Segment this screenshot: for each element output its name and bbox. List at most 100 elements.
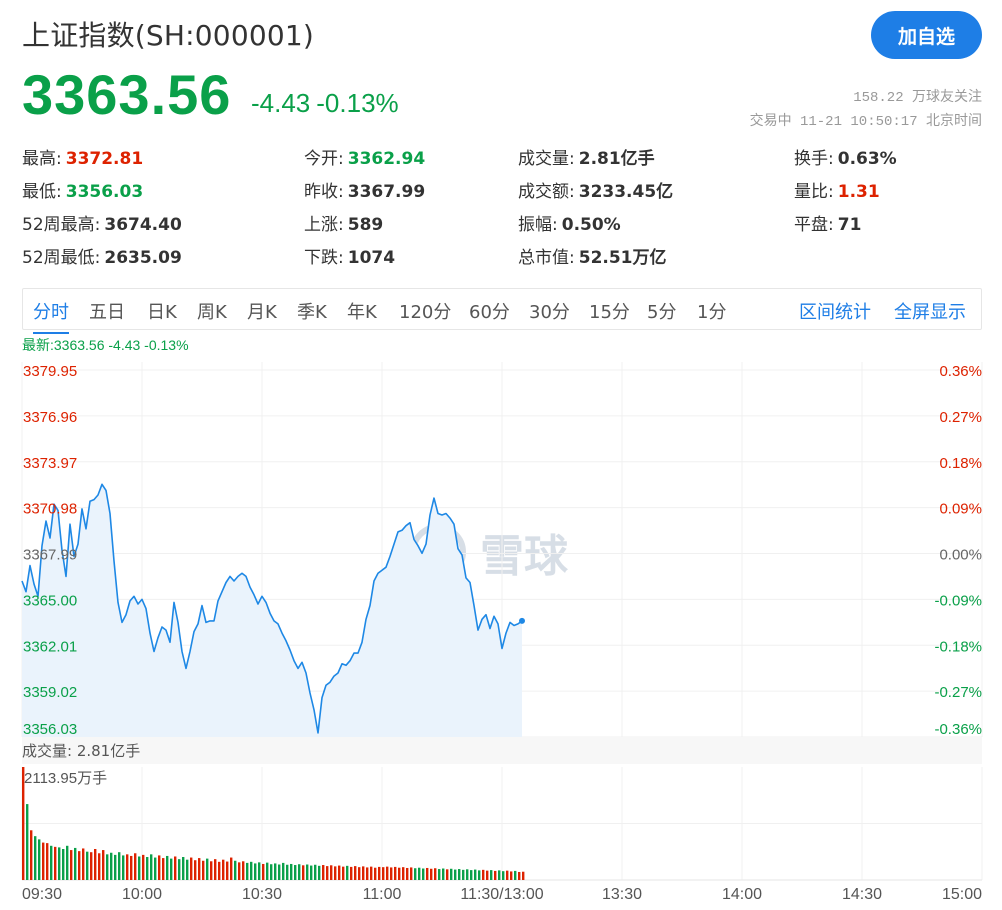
- range-stats-button[interactable]: 区间统计: [799, 298, 871, 324]
- fullscreen-button[interactable]: 全屏显示: [894, 298, 966, 324]
- volume-bar: [434, 868, 437, 880]
- volume-bar: [330, 865, 333, 880]
- x-tick-label: 09:30: [22, 886, 62, 903]
- y-tick-label: 3373.97: [23, 455, 77, 472]
- tab-0[interactable]: 分时: [33, 298, 69, 334]
- volume-bar: [58, 847, 61, 880]
- volume-bar: [362, 866, 365, 880]
- stat-item: 今开: 3362.94: [304, 144, 425, 169]
- stat-value: 71: [837, 215, 862, 235]
- volume-bar: [410, 867, 413, 880]
- tab-1[interactable]: 五日: [89, 298, 125, 324]
- change-value: -4.43: [251, 88, 311, 118]
- x-tick-label: 15:00: [942, 886, 982, 903]
- volume-bar: [218, 861, 221, 880]
- volume-bar: [234, 860, 237, 880]
- x-tick-label: 11:00: [363, 886, 402, 903]
- volume-bar: [374, 867, 377, 880]
- stat-label: 最低:: [22, 182, 62, 202]
- volume-bar: [270, 864, 273, 880]
- volume-bar: [82, 848, 85, 880]
- tab-7[interactable]: 120分: [399, 298, 451, 324]
- volume-bar: [230, 857, 233, 880]
- trading-status-time: 交易中 11-21 10:50:17 北京时间: [749, 114, 982, 130]
- tab-4[interactable]: 月K: [247, 298, 277, 324]
- volume-bar: [498, 870, 501, 880]
- stat-value: 3372.81: [65, 149, 144, 169]
- last-price-dot: [519, 617, 525, 624]
- volume-bar: [50, 845, 53, 880]
- stat-value: 0.63%: [837, 149, 897, 169]
- volume-bar: [106, 854, 109, 880]
- stat-label: 换手:: [794, 149, 834, 169]
- volume-bar: [38, 839, 41, 880]
- stat-label: 今开:: [304, 149, 344, 169]
- tab-5[interactable]: 季K: [297, 298, 327, 324]
- volume-bar: [254, 863, 257, 880]
- x-tick-label: 14:00: [722, 886, 762, 903]
- volume-bar: [214, 859, 217, 880]
- add-to-watchlist-button[interactable]: 加自选: [871, 11, 982, 59]
- stat-item: 昨收: 3367.99: [304, 177, 425, 202]
- volume-bar: [314, 864, 317, 880]
- tab-11[interactable]: 5分: [647, 298, 676, 324]
- volume-bar: [302, 865, 305, 880]
- tab-12[interactable]: 1分: [697, 298, 726, 324]
- volume-bar: [186, 859, 189, 880]
- volume-max-label: 2113.95万手: [24, 770, 107, 787]
- followers-count: 158.22 万球友关注: [853, 90, 982, 106]
- volume-bar: [342, 866, 345, 880]
- volume-bar: [198, 858, 201, 880]
- volume-bar: [310, 865, 313, 880]
- stat-item: 下跌: 1074: [304, 243, 395, 268]
- volume-bar: [242, 861, 245, 880]
- volume-bar: [226, 861, 229, 880]
- current-price: 3363.56: [22, 63, 232, 126]
- stat-label: 总市值:: [518, 248, 575, 268]
- volume-bar: [458, 869, 461, 880]
- volume-bar: [150, 854, 153, 880]
- y-tick-label: 3376.96: [23, 409, 77, 426]
- tab-8[interactable]: 60分: [469, 298, 510, 324]
- volume-bar: [266, 862, 269, 880]
- volume-bar: [154, 857, 157, 880]
- stat-label: 振幅:: [518, 215, 558, 235]
- stat-item: 成交量: 2.81亿手: [518, 144, 655, 169]
- stat-item: 总市值: 52.51万亿: [518, 243, 667, 268]
- volume-bar: [514, 870, 517, 880]
- volume-bar: [358, 867, 361, 880]
- volume-bar: [446, 869, 449, 880]
- volume-bar: [178, 859, 181, 880]
- volume-label: 成交量: 2.81亿手: [22, 742, 141, 760]
- volume-bar: [110, 852, 113, 880]
- volume-bar: [282, 862, 285, 880]
- volume-bar: [190, 857, 193, 880]
- pct-tick-label: -0.09%: [934, 592, 982, 609]
- volume-bar: [166, 855, 169, 880]
- volume-bar: [130, 855, 133, 880]
- tab-9[interactable]: 30分: [529, 298, 570, 324]
- stat-item: 52周最高: 3674.40: [22, 210, 182, 235]
- stat-value: 589: [347, 215, 384, 235]
- volume-bar: [430, 868, 433, 880]
- volume-bar: [262, 863, 265, 880]
- stat-value: 52.51万亿: [578, 248, 667, 268]
- volume-bar: [202, 860, 205, 880]
- stat-value: 3674.40: [104, 215, 182, 235]
- y-tick-label: 3379.95: [23, 363, 77, 380]
- volume-bar: [42, 842, 45, 880]
- tab-10[interactable]: 15分: [589, 298, 630, 324]
- tab-6[interactable]: 年K: [347, 298, 377, 324]
- volume-bar: [118, 852, 121, 880]
- stat-label: 平盘:: [794, 215, 834, 235]
- stat-item: 平盘: 71: [794, 210, 861, 235]
- pct-tick-label: 0.36%: [939, 363, 982, 380]
- tab-3[interactable]: 周K: [197, 298, 227, 324]
- x-tick-label: 10:00: [122, 886, 162, 903]
- intraday-chart[interactable]: 3379.95 3376.96 3373.97 3370.98 3367.99 3365.…: [0, 355, 1002, 910]
- volume-bar: [46, 843, 49, 880]
- stat-value: 1074: [347, 248, 396, 268]
- tab-2[interactable]: 日K: [147, 298, 177, 324]
- volume-bar: [134, 853, 137, 880]
- y-tick-label: 3356.03: [23, 721, 77, 738]
